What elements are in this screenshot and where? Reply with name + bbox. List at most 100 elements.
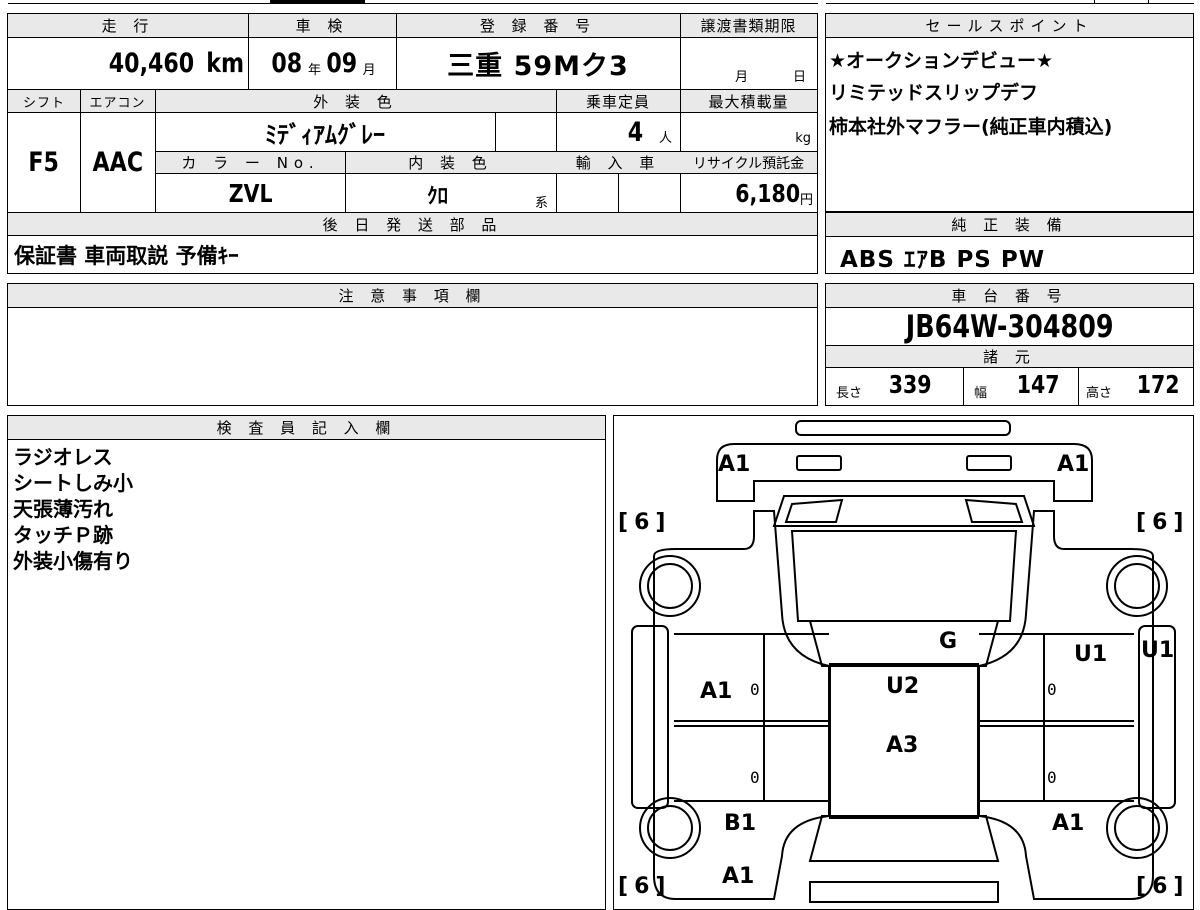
recycle-deposit-header: リサイクル預託金 [680,152,817,174]
transfer-deadline-header: 譲渡書類期限 [680,14,817,38]
mark-zero-left-rear: 0 [750,768,760,787]
transfer-month-unit: 月 [735,70,749,85]
tire-rear-left-value: 6 [634,874,656,899]
aircon-value-cell: AAC [80,113,155,212]
interior-color-header: 内 装 色 [345,152,556,174]
mark-right-rear: A1 [1052,811,1085,836]
mark-tire-rear-left: [6] [618,874,672,899]
mark-front-right: A1 [1057,452,1090,477]
aircon-value: AAC [92,147,143,178]
later-parts-value: 保証書 車両取説 予備ｷｰ [14,243,239,268]
length-label: 長さ [836,386,863,401]
shaken-year: 08 [271,48,303,79]
inspector-note-3: 天張薄汚れ [13,497,113,521]
specs-header: 諸 元 [826,345,1193,368]
color-no-header: カ ラ ー No. [156,152,345,174]
car-damage-diagram: A1 A1 [6] [6] G U1 U1 U2 A1 0 0 A3 0 0 B… [613,415,1194,910]
capacity-unit: 人 [658,130,672,146]
inspector-note-2: シートしみ小 [13,471,133,495]
shift-value-cell: F5 [8,113,80,212]
transfer-deadline-value-cell: 月 日 [680,38,817,89]
mark-roof: U2 [886,674,920,699]
later-parts-header: 後 日 発 送 部 品 [8,213,817,236]
mark-zero-right-front: 0 [1047,680,1057,699]
chassis-number-value: JB64W-304809 [905,308,1114,345]
sales-point-box: セールスポイント ★オークションデビュー★ リミテッドスリップデフ 柿本社外マフ… [825,13,1194,212]
notes-header: 注 意 事 項 欄 [8,284,817,308]
mark-right-front-door: U1 [1074,642,1108,667]
color-no-value-cell: ZVL [156,174,345,212]
shaken-value-cell: 08 年 09 月 [248,38,396,89]
color-no-value: ZVL [228,178,273,208]
standard-equipment-value: ABS ｴｱB PS PW [840,247,1046,273]
mark-front-left: A1 [718,452,751,477]
exterior-color-value-cell: ﾐﾃﾞｨｱﾑｸﾞﾚｰ [155,113,495,151]
interior-color-value: ｸﾛ [427,184,448,208]
chassis-number-header: 車 台 番 号 [826,284,1193,308]
shaken-year-unit: 年 [307,63,321,78]
shift-header: シフト [8,90,80,113]
mark-left-front-door: A1 [700,679,733,704]
length-value: 339 [888,370,932,399]
shaken-header: 車 検 [248,14,396,38]
inspector-notes-header: 検 査 員 記 入 欄 [8,416,605,440]
standard-equipment-box: 純 正 装 備 ABS ｴｱB PS PW [825,212,1194,274]
mark-roof-rear: A3 [886,733,919,758]
shift-value: F5 [28,147,60,178]
height-value: 172 [1136,370,1180,399]
tire-front-right-value: 6 [1152,510,1174,535]
later-parts-value-cell: 保証書 車両取説 予備ｷｰ [8,236,817,273]
recycle-deposit-unit: 円 [799,192,813,208]
mark-tire-front-left: [6] [618,510,672,535]
tire-rear-right-value: 6 [1152,874,1174,899]
mileage-value: 40,460 [108,48,194,79]
sales-point-header: セールスポイント [826,14,1193,38]
capacity-value: 4 [627,116,644,148]
mark-tire-rear-right: [6] [1136,874,1190,899]
max-load-header: 最大積載量 [680,90,817,113]
height-label: 高さ [1086,386,1113,401]
inspector-note-4: タッチＰ跡 [13,523,113,547]
import-car-header: 輸 入 車 [556,152,680,174]
width-value: 147 [1016,370,1060,399]
max-load-value-cell: kg [680,113,817,151]
mark-glass: G [939,629,958,654]
registration-value: 三重 59Mク3 [447,51,629,82]
interior-color-value-cell: ｸﾛ 系 [345,174,556,212]
registration-value-cell: 三重 59Mク3 [396,38,680,89]
chassis-number-cell: JB64W-304809 [826,308,1193,345]
recycle-deposit-value: 6,180 [735,178,800,208]
shaken-month-unit: 月 [362,63,376,78]
mark-rear: A1 [722,864,755,889]
mark-zero-left-front: 0 [750,680,760,699]
tire-front-left-value: 6 [634,510,656,535]
inspector-note-1: ラジオレス [13,445,113,469]
mark-zero-right-rear: 0 [1047,768,1057,787]
sales-point-line-3: 柿本社外マフラー(純正車内積込) [829,116,1113,138]
exterior-color-value: ﾐﾃﾞｨｱﾑｸﾞﾚｰ [265,120,385,149]
standard-equipment-header: 純 正 装 備 [826,213,1193,237]
aircon-header: エアコン [80,90,155,113]
inspector-note-5: 外装小傷有り [13,549,133,573]
mileage-unit: km [206,48,244,79]
chassis-box: 車 台 番 号 JB64W-304809 諸 元 長さ 339 幅 147 高さ… [825,283,1194,406]
inspector-notes-box: 検 査 員 記 入 欄 ラジオレス シートしみ小 天張薄汚れ タッチＰ跡 外装小… [7,415,606,910]
capacity-header: 乗車定員 [556,90,680,113]
mark-left-rear: B1 [724,811,757,836]
mileage-header: 走 行 [8,14,248,38]
exterior-color-header: 外 装 色 [155,90,556,113]
vehicle-info-table: 走 行 車 検 登 録 番 号 譲渡書類期限 40,460 km 08 年 09… [7,13,818,274]
interior-color-unit: 系 [535,196,549,211]
notes-box: 注 意 事 項 欄 [7,283,818,406]
top-remnant-strip [0,0,1200,5]
capacity-value-cell: 4 人 [556,113,680,151]
recycle-deposit-value-cell: 6,180 円 [680,174,817,212]
sales-point-line-2: リミテッドスリップデフ [829,82,1039,104]
max-load-unit: kg [795,130,811,146]
mark-right-side: U1 [1141,638,1175,663]
sales-point-line-1: ★オークションデビュー★ [829,50,1054,72]
mark-tire-front-right: [6] [1136,510,1190,535]
transfer-day-unit: 日 [793,70,807,85]
width-label: 幅 [974,386,988,401]
mileage-value-cell: 40,460 km [8,38,248,89]
